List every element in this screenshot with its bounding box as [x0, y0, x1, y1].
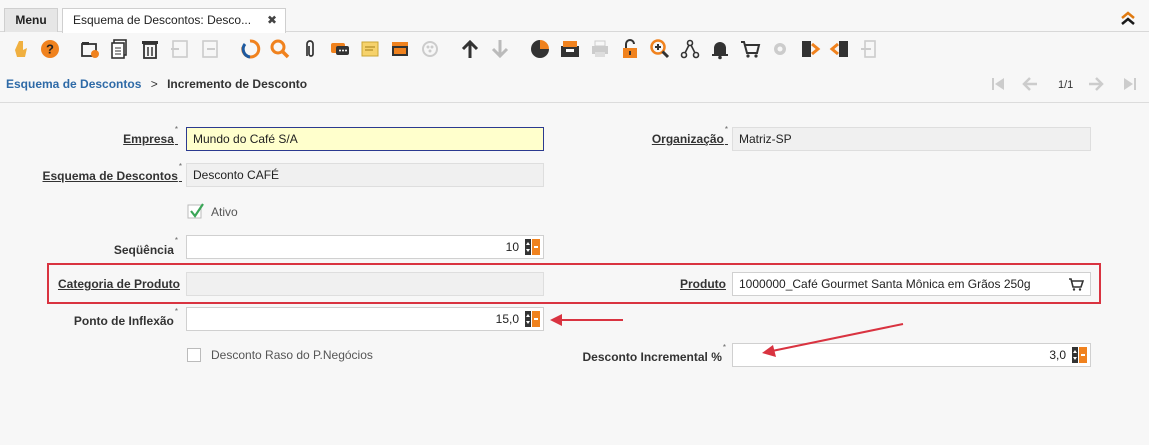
- delete-icon[interactable]: [138, 37, 162, 61]
- produto-field[interactable]: 1000000_Café Gourmet Santa Mônica em Grã…: [732, 272, 1091, 296]
- previous-record-icon: [1022, 76, 1038, 96]
- up-icon[interactable]: [458, 37, 482, 61]
- product-cart-icon[interactable]: [1068, 277, 1084, 291]
- help-icon[interactable]: ?: [38, 37, 62, 61]
- requests-icon[interactable]: [558, 37, 582, 61]
- ponto-inflexao-spinner-icon[interactable]: [525, 311, 540, 327]
- ponto-inflexao-value: 15,0: [495, 312, 519, 326]
- print-icon: [588, 37, 612, 61]
- toolbar: ?: [0, 33, 1149, 65]
- ativo-checkbox[interactable]: [187, 202, 205, 220]
- chat-icon[interactable]: [328, 37, 352, 61]
- esquema-label: Esquema de Descontos*: [42, 162, 183, 183]
- archive-icon: [418, 37, 442, 61]
- report-icon[interactable]: [388, 37, 412, 61]
- organizacao-field: Matriz-SP: [732, 127, 1091, 151]
- ponto-inflexao-label: Ponto de Inflexão*: [73, 307, 178, 328]
- chevron-up-double-icon[interactable]: [1119, 10, 1137, 26]
- annotation-arrow-ponto: [550, 314, 623, 326]
- find-icon[interactable]: [268, 37, 292, 61]
- zoom-across-icon[interactable]: [648, 37, 672, 61]
- record-pager: 1/1: [1058, 79, 1074, 91]
- produto-label: Produto: [680, 277, 726, 291]
- import-icon[interactable]: [828, 37, 852, 61]
- chart-icon[interactable]: [528, 37, 552, 61]
- header-divider: [0, 102, 1149, 103]
- first-record-icon: [990, 76, 1006, 96]
- ativo-label: Ativo: [211, 205, 238, 219]
- tab-document[interactable]: Esquema de Descontos: Desco... ✖: [62, 8, 286, 33]
- lock-icon[interactable]: [618, 37, 642, 61]
- breadcrumb: Esquema de Descontos > Incremento de Des…: [6, 77, 307, 91]
- produto-value: 1000000_Café Gourmet Santa Mônica em Grã…: [739, 277, 1031, 291]
- close-icon[interactable]: ✖: [267, 9, 277, 31]
- new-icon[interactable]: [78, 37, 102, 61]
- next-record-icon: [1088, 76, 1104, 96]
- product-info-icon[interactable]: [738, 37, 762, 61]
- export-icon[interactable]: [798, 37, 822, 61]
- tab-menu[interactable]: Menu: [4, 8, 58, 32]
- desconto-incremental-value: 3,0: [1049, 348, 1066, 362]
- attachment-icon[interactable]: [298, 37, 322, 61]
- lookup-icon[interactable]: [10, 37, 34, 61]
- breadcrumb-separator: >: [150, 77, 158, 91]
- sequencia-value: 10: [505, 240, 519, 254]
- postit-icon[interactable]: [358, 37, 382, 61]
- breadcrumb-current: Incremento de Desconto: [167, 77, 308, 91]
- sequencia-label: Seqüência*: [113, 236, 178, 257]
- ponto-inflexao-field[interactable]: 15,0: [186, 307, 544, 331]
- empresa-field[interactable]: Mundo do Café S/A: [186, 127, 544, 151]
- categoria-label: Categoria de Produto: [57, 277, 180, 291]
- down-icon: [488, 37, 512, 61]
- refresh-icon[interactable]: [238, 37, 262, 61]
- tab-document-label: Esquema de Descontos: Desco...: [73, 13, 252, 27]
- desconto-raso-checkbox[interactable]: [187, 348, 201, 362]
- empresa-label: Empresa*: [123, 125, 178, 146]
- save-icon: [168, 37, 192, 61]
- desconto-raso-label: Desconto Raso do P.Negócios: [211, 348, 373, 362]
- tab-bar: Menu Esquema de Descontos: Desco... ✖: [0, 0, 1149, 33]
- svg-text:?: ?: [46, 42, 54, 57]
- sequencia-spinner-icon[interactable]: [525, 239, 540, 255]
- annotation-arrow-desconto: [762, 323, 904, 357]
- settings-icon: [768, 37, 792, 61]
- desconto-incremental-spinner-icon[interactable]: [1072, 347, 1087, 363]
- esquema-field: Desconto CAFÉ: [186, 163, 544, 187]
- workflow-icon[interactable]: [678, 37, 702, 61]
- desconto-incremental-label: Desconto Incremental %*: [582, 343, 727, 364]
- breadcrumb-parent[interactable]: Esquema de Descontos: [6, 77, 141, 91]
- organizacao-label: Organização*: [651, 125, 728, 146]
- sequencia-field[interactable]: 10: [186, 235, 544, 259]
- notice-icon[interactable]: [708, 37, 732, 61]
- last-record-icon: [1122, 76, 1138, 96]
- undo-icon: [198, 37, 222, 61]
- categoria-field: [186, 272, 544, 296]
- copy-icon[interactable]: [108, 37, 132, 61]
- exit-icon: [858, 37, 882, 61]
